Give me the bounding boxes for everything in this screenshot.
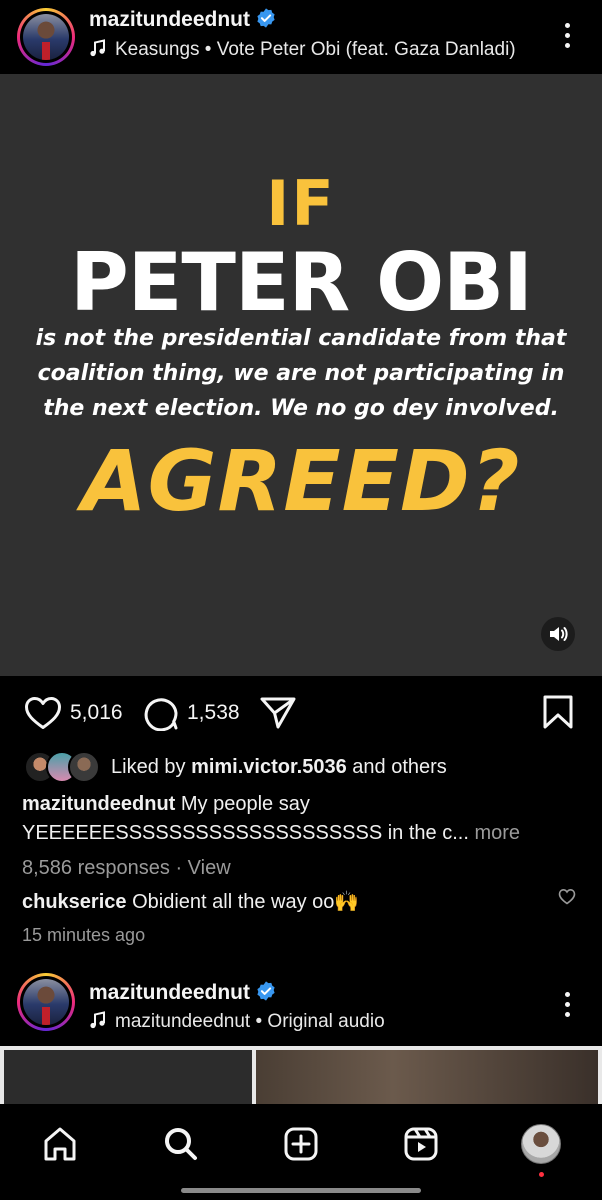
music-note-icon — [90, 1011, 105, 1029]
verified-badge-icon — [257, 8, 275, 28]
caption[interactable]: mazitundeednut My people say — [22, 793, 310, 816]
notification-dot — [539, 1172, 544, 1177]
music-note-icon — [90, 39, 105, 57]
audio-title: Vote Peter Obi (feat. Gaza Danladi) — [216, 39, 516, 60]
comment-bubble-icon[interactable] — [143, 695, 179, 731]
post-media[interactable]: IF PETER OBI is not the presidential can… — [0, 74, 602, 676]
post-author-avatar[interactable] — [17, 8, 75, 66]
home-icon[interactable] — [40, 1124, 80, 1164]
liked-by-line[interactable]: Liked by mimi.victor.5036 and others — [111, 756, 447, 779]
liked-by-user[interactable]: mimi.victor.5036 — [191, 756, 347, 778]
poster-name: PETER OBI — [70, 236, 533, 329]
view-responses-link[interactable]: View — [188, 857, 231, 879]
search-icon[interactable] — [161, 1124, 201, 1164]
bookmark-icon[interactable] — [542, 695, 574, 729]
caption-username[interactable]: mazitundeednut — [22, 793, 175, 815]
comment-username[interactable]: chukserice — [22, 891, 127, 913]
plus-square-icon[interactable] — [281, 1124, 321, 1164]
liked-by-prefix: Liked by — [111, 756, 192, 778]
heart-icon[interactable] — [24, 696, 62, 730]
post-timestamp: 15 minutes ago — [22, 925, 146, 945]
post-audio-line[interactable]: Keasungs • Vote Peter Obi (feat. Gaza Da… — [89, 39, 516, 61]
post2-author-avatar[interactable] — [17, 973, 75, 1031]
responses-line[interactable]: 8,586 responses · View — [22, 857, 231, 880]
caption-text-line2: YEEEEEESSSSSSSSSSSSSSSSSSSS in the c... — [22, 822, 469, 844]
post2-header: mazitundeednut — [89, 980, 277, 1005]
comment-like-heart-icon[interactable] — [558, 888, 576, 905]
bottom-nav — [0, 1104, 602, 1200]
post2-audio-text: mazitundeednut • Original audio — [115, 1011, 385, 1032]
poster-if: IF — [266, 167, 336, 240]
poster-body-line3: the next election. We no go dey involved… — [43, 396, 559, 421]
home-indicator[interactable] — [181, 1188, 421, 1193]
more-dots-icon[interactable] — [552, 23, 582, 48]
paper-plane-icon[interactable] — [259, 696, 297, 730]
audio-artist: Keasungs — [115, 39, 200, 60]
poster-body-line2: coalition thing, we are not participatin… — [37, 361, 565, 386]
poster-body-line1: is not the presidential candidate from t… — [35, 326, 567, 351]
reels-icon[interactable] — [401, 1124, 441, 1164]
post2-more-dots-icon[interactable] — [552, 992, 582, 1017]
liked-by-suffix: and others — [346, 756, 447, 778]
like-count[interactable]: 5,016 — [70, 701, 123, 725]
post2-media[interactable] — [0, 1046, 602, 1104]
top-comment[interactable]: chukserice Obidient all the way oo🙌 — [22, 889, 359, 914]
caption-text-line1: My people say — [175, 793, 310, 815]
post2-username[interactable]: mazitundeednut — [89, 981, 250, 1004]
profile-avatar[interactable] — [521, 1124, 561, 1164]
verified-badge-icon — [257, 981, 275, 1001]
audio-separator: • — [199, 39, 217, 60]
comment-count[interactable]: 1,538 — [187, 701, 240, 725]
responses-separator: · — [169, 857, 188, 879]
speaker-icon[interactable] — [541, 617, 575, 651]
caption-line2[interactable]: YEEEEEESSSSSSSSSSSSSSSSSSSS in the c... … — [22, 822, 520, 845]
poster-question: AGREED? — [81, 432, 521, 530]
post-username[interactable]: mazitundeednut — [89, 8, 250, 31]
post-header: mazitundeednut — [89, 7, 277, 32]
responses-count: 8,586 responses — [22, 857, 170, 879]
caption-more-link[interactable]: more — [469, 822, 520, 844]
comment-text: Obidient all the way oo🙌 — [126, 891, 360, 913]
post2-audio-line[interactable]: mazitundeednut • Original audio — [89, 1011, 385, 1033]
